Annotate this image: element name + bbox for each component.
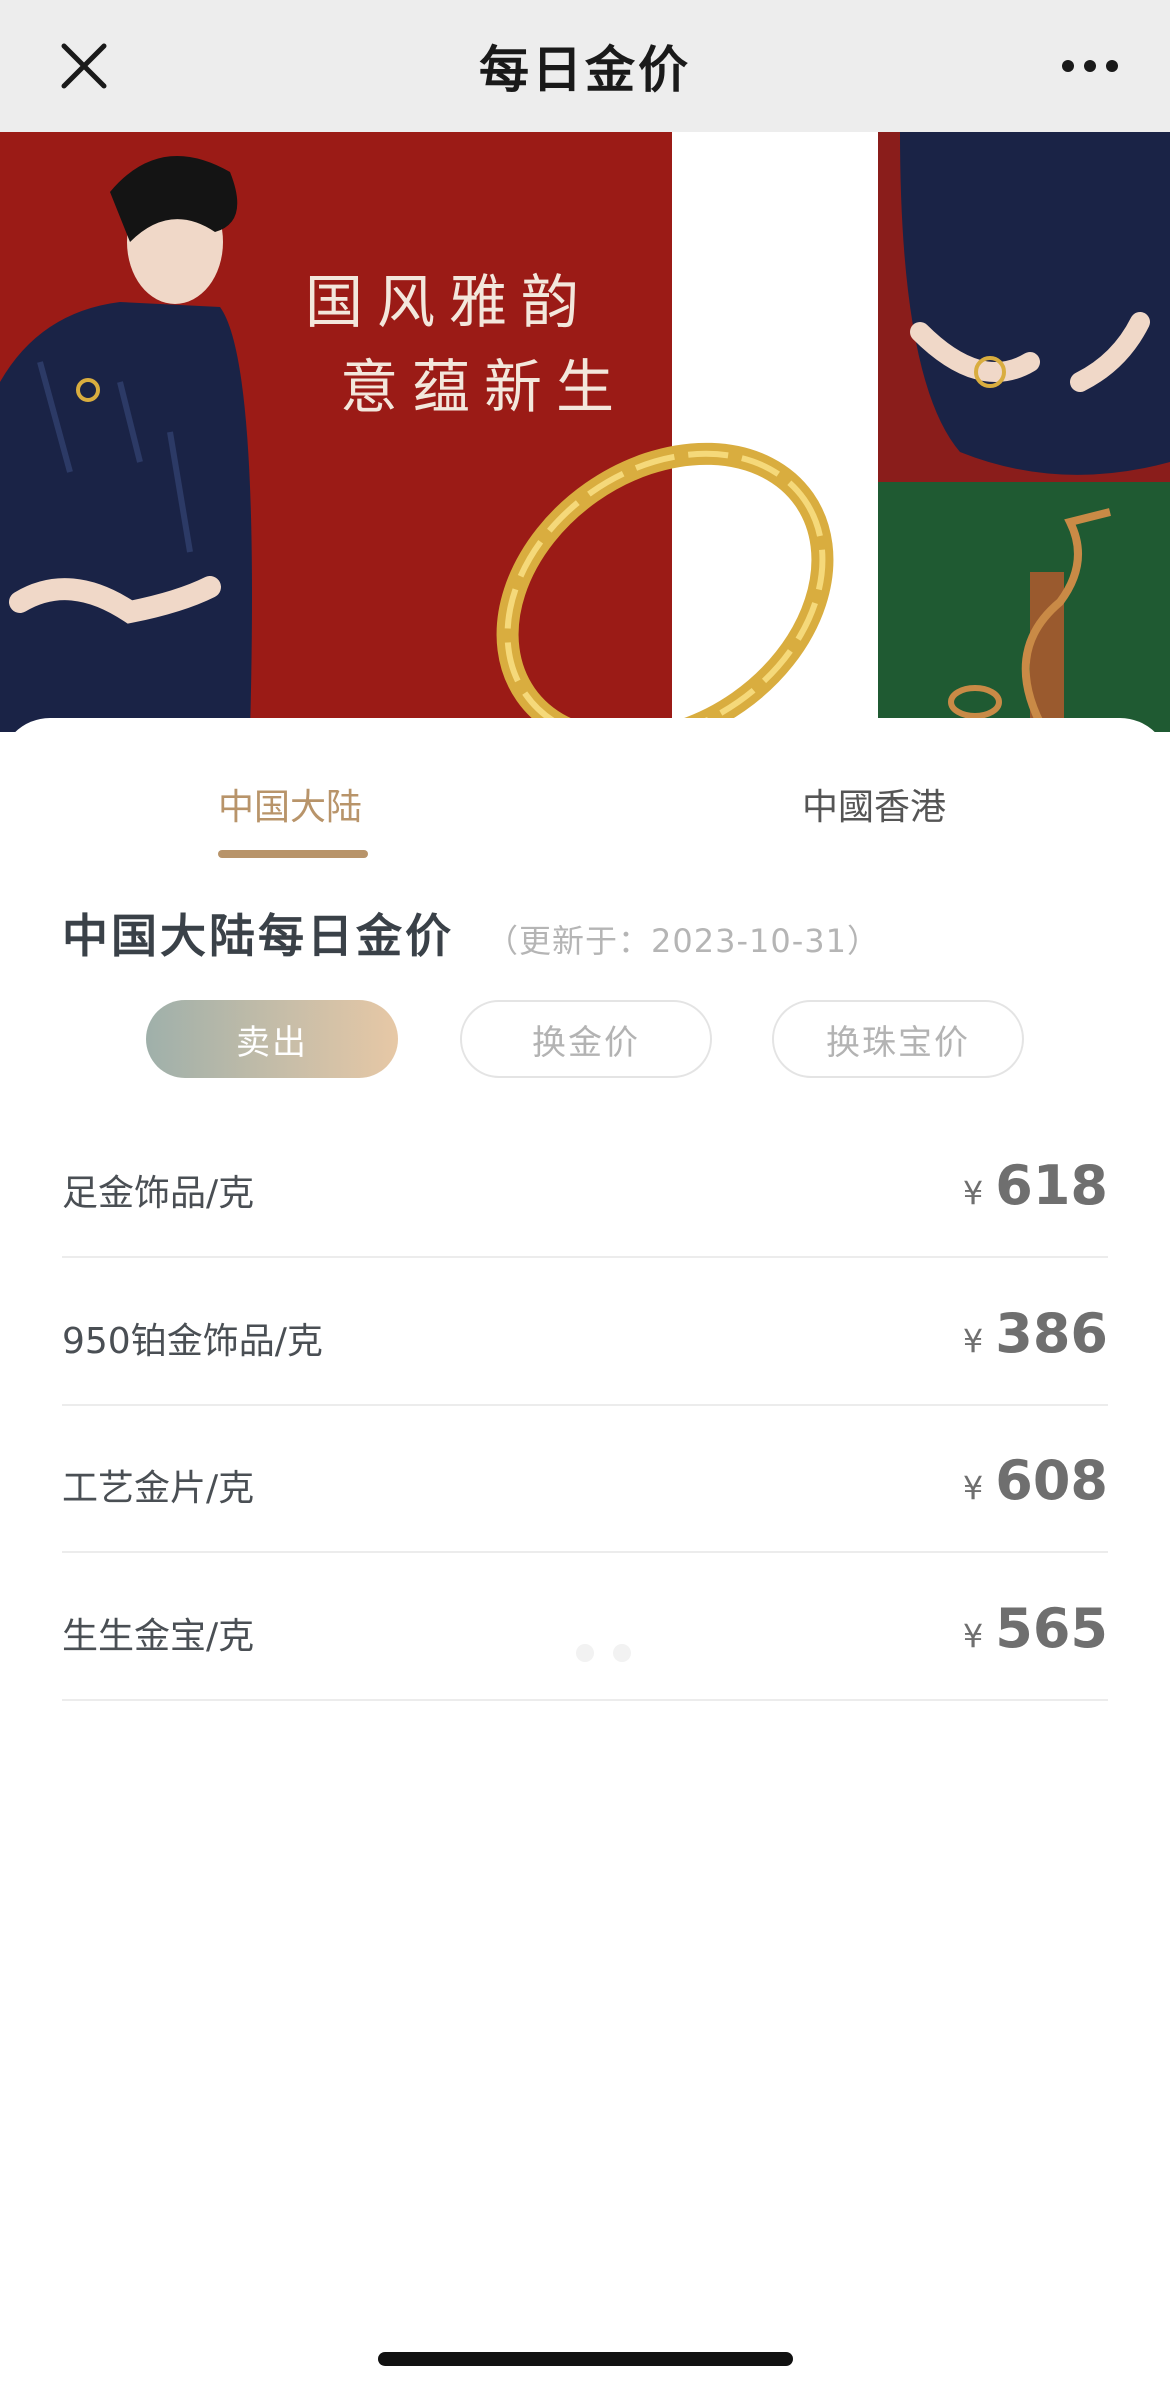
currency-symbol: ¥	[962, 1469, 984, 1507]
price-row-label: 生生金宝/克	[62, 1616, 255, 1657]
price-row-amount: ¥ 608	[963, 1449, 1108, 1512]
price-row: 950铂金饰品/克 ¥ 386	[62, 1258, 1108, 1406]
price-row-label: 950铂金饰品/克	[62, 1321, 323, 1362]
currency-symbol: ¥	[962, 1174, 984, 1212]
price-row-label: 工艺金片/克	[62, 1468, 255, 1509]
price-value: 386	[995, 1302, 1108, 1365]
section-title: 中国大陆每日金价	[62, 909, 454, 963]
tab-mainland-china[interactable]: 中国大陆	[218, 778, 362, 830]
price-value: 618	[995, 1154, 1108, 1217]
price-row-label: 足金饰品/克	[62, 1173, 255, 1214]
exchange-gold-price-button[interactable]: 换金价	[460, 1000, 712, 1078]
loading-dot	[576, 1644, 594, 1662]
price-row-amount: ¥ 565	[963, 1597, 1108, 1660]
price-row-amount: ¥ 386	[963, 1302, 1108, 1365]
top-navbar: 每日金价	[0, 0, 1170, 132]
price-row: 足金饰品/克 ¥ 618	[62, 1110, 1108, 1258]
page-title: 每日金价	[479, 41, 691, 99]
banner-artwork: 国风雅韵 意蕴新生	[0, 132, 1170, 732]
tab-hong-kong[interactable]: 中國香港	[802, 778, 946, 830]
banner-headline-1: 国风雅韵	[305, 270, 593, 335]
sell-price-button[interactable]: 卖出	[146, 1000, 398, 1078]
price-value: 608	[995, 1449, 1108, 1512]
more-icon[interactable]	[1060, 52, 1120, 80]
loading-dot	[613, 1644, 631, 1662]
price-value: 565	[995, 1597, 1108, 1660]
price-row-amount: ¥ 618	[963, 1154, 1108, 1217]
currency-symbol: ¥	[962, 1617, 984, 1655]
price-row: 工艺金片/克 ¥ 608	[62, 1405, 1108, 1553]
active-tab-indicator	[218, 850, 368, 858]
hero-banner[interactable]: 国风雅韵 意蕴新生	[0, 132, 1170, 732]
currency-symbol: ¥	[962, 1322, 984, 1360]
update-date: （更新于：2023-10-31）	[486, 922, 880, 960]
banner-headline-2: 意蕴新生	[340, 355, 628, 420]
price-row: 生生金宝/克 ¥ 565	[62, 1553, 1108, 1701]
home-indicator[interactable]	[378, 2352, 793, 2366]
exchange-jewelry-price-button[interactable]: 换珠宝价	[772, 1000, 1024, 1078]
